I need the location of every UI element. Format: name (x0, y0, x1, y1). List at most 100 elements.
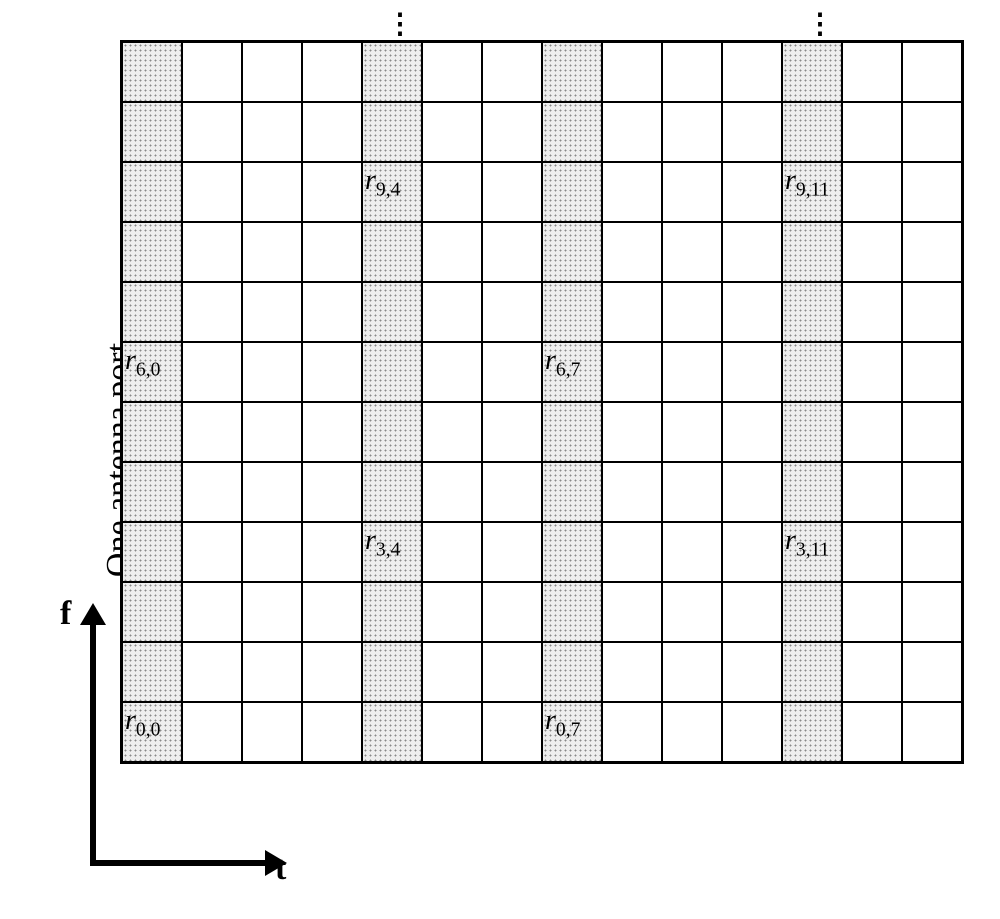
resource-element (482, 282, 542, 342)
resource-element (542, 582, 602, 642)
resource-element (842, 522, 902, 582)
resource-element (422, 702, 482, 762)
resource-element (722, 162, 782, 222)
resource-element (242, 342, 302, 402)
resource-element (362, 402, 422, 462)
resource-element (722, 582, 782, 642)
freq-axis-arrow (90, 625, 96, 865)
resource-element (782, 462, 842, 522)
resource-element (422, 162, 482, 222)
resource-element (542, 282, 602, 342)
resource-element (722, 42, 782, 102)
resource-element (722, 282, 782, 342)
resource-element (302, 462, 362, 522)
resource-element (302, 522, 362, 582)
resource-element (842, 642, 902, 702)
resource-element (662, 342, 722, 402)
resource-element (122, 582, 182, 642)
resource-element (482, 222, 542, 282)
resource-element-label: r3,4 (365, 525, 400, 562)
axis-label-f: f (60, 595, 71, 633)
resource-element (602, 342, 662, 402)
resource-element: r3,11 (782, 522, 842, 582)
resource-element (542, 222, 602, 282)
resource-element (542, 162, 602, 222)
resource-element (122, 42, 182, 102)
resource-element (302, 702, 362, 762)
resource-element (482, 342, 542, 402)
resource-element (842, 702, 902, 762)
resource-element (902, 582, 962, 642)
resource-element (662, 162, 722, 222)
resource-element (602, 162, 662, 222)
resource-element (602, 222, 662, 282)
resource-element (422, 582, 482, 642)
resource-grid: r9,4r9,11r6,0r6,7r3,4r3,11r0,0r0,7 (120, 40, 964, 764)
resource-element (722, 102, 782, 162)
resource-element (182, 162, 242, 222)
resource-element (662, 102, 722, 162)
resource-element (242, 282, 302, 342)
resource-element (602, 282, 662, 342)
resource-element (182, 582, 242, 642)
resource-element (662, 282, 722, 342)
resource-element (842, 162, 902, 222)
resource-element (782, 222, 842, 282)
resource-element (182, 42, 242, 102)
resource-element-label: r0,0 (125, 705, 160, 742)
resource-element (662, 222, 722, 282)
resource-element (662, 702, 722, 762)
resource-element (542, 402, 602, 462)
resource-element (422, 342, 482, 402)
resource-element (842, 582, 902, 642)
axis-label-t: t (275, 850, 286, 888)
vertical-ellipsis-icon: ⋮ (806, 7, 834, 41)
vertical-ellipsis-icon: ⋮ (386, 7, 414, 41)
resource-element: r9,11 (782, 162, 842, 222)
resource-element: r6,7 (542, 342, 602, 402)
resource-element: r0,0 (122, 702, 182, 762)
resource-element (362, 702, 422, 762)
resource-element (722, 702, 782, 762)
resource-element (482, 642, 542, 702)
resource-element (362, 282, 422, 342)
resource-element (242, 222, 302, 282)
resource-element (782, 282, 842, 342)
resource-element (242, 102, 302, 162)
resource-element (302, 282, 362, 342)
resource-element (182, 642, 242, 702)
resource-element (482, 702, 542, 762)
resource-element (662, 642, 722, 702)
resource-element (482, 42, 542, 102)
resource-element (482, 402, 542, 462)
resource-element (722, 462, 782, 522)
resource-element (242, 522, 302, 582)
resource-element (122, 462, 182, 522)
resource-element: r3,4 (362, 522, 422, 582)
resource-element (422, 282, 482, 342)
resource-element (302, 102, 362, 162)
resource-element (482, 582, 542, 642)
resource-element (722, 642, 782, 702)
resource-element (302, 642, 362, 702)
resource-element (422, 102, 482, 162)
resource-element (842, 42, 902, 102)
resource-element (602, 102, 662, 162)
resource-element (542, 642, 602, 702)
resource-element (362, 462, 422, 522)
resource-element (182, 282, 242, 342)
resource-element (842, 282, 902, 342)
resource-element (842, 102, 902, 162)
resource-element (902, 342, 962, 402)
resource-element (782, 102, 842, 162)
resource-element-label: r9,11 (785, 165, 829, 202)
resource-element (242, 702, 302, 762)
resource-element (662, 582, 722, 642)
resource-element (602, 462, 662, 522)
resource-element (422, 402, 482, 462)
resource-element (902, 402, 962, 462)
resource-element (302, 342, 362, 402)
resource-element (842, 222, 902, 282)
resource-element (242, 582, 302, 642)
resource-element (602, 522, 662, 582)
